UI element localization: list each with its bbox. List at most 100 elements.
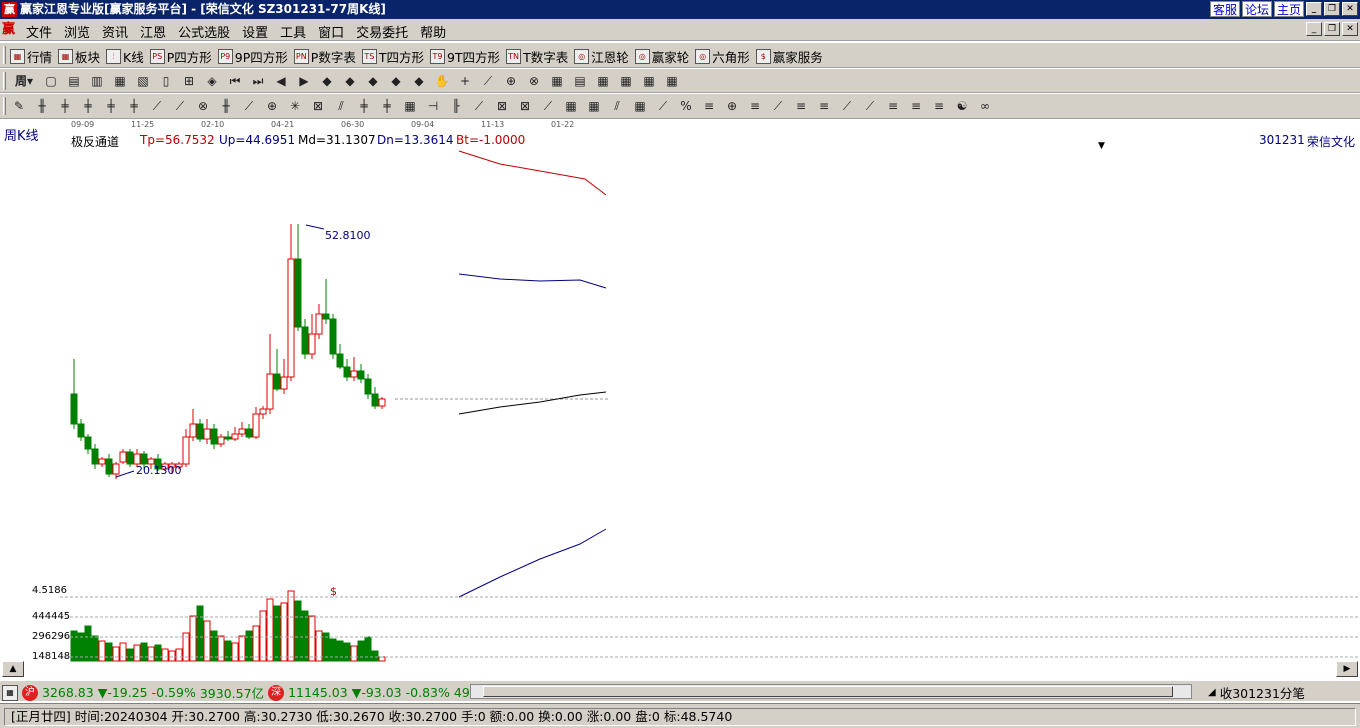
draw-tool-33-icon[interactable]: ⟋ (769, 98, 787, 115)
draw-tool-3-icon[interactable]: ╪ (79, 98, 97, 115)
chart-tool-4-icon[interactable]: ▧ (134, 73, 152, 90)
chart-tool-16-icon[interactable]: ◆ (410, 73, 428, 90)
chart-tool-11-icon[interactable]: ▶ (295, 73, 313, 90)
draw-tool-23-icon[interactable]: ⟋ (539, 98, 557, 115)
chart-tool-19-icon[interactable]: ⟋ (479, 73, 497, 90)
menu-gann[interactable]: 江恩 (140, 22, 166, 41)
menu-formula[interactable]: 公式选股 (178, 22, 230, 41)
draw-tool-2-icon[interactable]: ╪ (56, 98, 74, 115)
scroll-up-icon[interactable]: ▲ (2, 661, 24, 677)
draw-tool-36-icon[interactable]: ⟋ (838, 98, 856, 115)
draw-tool-14-icon[interactable]: ⫽ (332, 98, 350, 115)
toolbar-grip[interactable] (3, 46, 6, 64)
draw-tool-1-icon[interactable]: ╫ (33, 98, 51, 115)
draw-tool-26-icon[interactable]: ⫽ (608, 98, 626, 115)
period-select[interactable]: 周▾ (10, 73, 38, 90)
toolbar-item-hexagon[interactable]: ◎ 六角形 (695, 47, 750, 66)
menu-news[interactable]: 资讯 (102, 22, 128, 41)
draw-tool-7-icon[interactable]: ⟋ (171, 98, 189, 115)
toolbar-item-winner-wheel[interactable]: ◎ 赢家轮 (634, 47, 689, 66)
chart-tool-21-icon[interactable]: ⊗ (525, 73, 543, 90)
draw-tool-25-icon[interactable]: ▦ (585, 98, 603, 115)
chart-hscroll[interactable]: ▲ ▶ (0, 661, 1360, 677)
menu-help[interactable]: 帮助 (420, 22, 446, 41)
chart-tool-3-icon[interactable]: ▦ (111, 73, 129, 90)
toolbar-item-gann-wheel[interactable]: ◎ 江恩轮 (574, 47, 629, 66)
draw-tool-35-icon[interactable]: ≡ (815, 98, 833, 115)
child-close-icon[interactable]: ✕ (1342, 22, 1358, 36)
draw-tool-31-icon[interactable]: ⊕ (723, 98, 741, 115)
restore-icon[interactable]: ❐ (1324, 2, 1340, 16)
kline-chart[interactable] (0, 119, 1360, 679)
draw-tool-30-icon[interactable]: ≡ (700, 98, 718, 115)
chart-tool-20-icon[interactable]: ⊕ (502, 73, 520, 90)
chart-tool-2-icon[interactable]: ▥ (88, 73, 106, 90)
menu-trade[interactable]: 交易委托 (356, 22, 408, 41)
draw-tool-6-icon[interactable]: ⟋ (148, 98, 166, 115)
close-icon[interactable]: ✕ (1342, 2, 1358, 16)
toolbar-item-dollar[interactable]: $ 赢家服务 (755, 47, 823, 66)
chart-tool-13-icon[interactable]: ◆ (341, 73, 359, 90)
draw-tool-21-icon[interactable]: ⊠ (493, 98, 511, 115)
chart-tool-22-icon[interactable]: ▦ (548, 73, 566, 90)
chart-tool-14-icon[interactable]: ◆ (364, 73, 382, 90)
draw-tool-0-icon[interactable]: ✎ (10, 98, 28, 115)
chart-area[interactable]: 周K线 极反通道 Tp=56.7532 Up=44.6951 Md=31.130… (0, 119, 1360, 679)
tick-arrow-icon[interactable]: ◢ (1208, 687, 1216, 698)
draw-tool-40-icon[interactable]: ≡ (930, 98, 948, 115)
draw-tool-4-icon[interactable]: ╪ (102, 98, 120, 115)
toolbar-grip[interactable] (3, 97, 6, 115)
toolbar-item-t9[interactable]: T9 9T四方形 (429, 47, 500, 66)
ticker-scrollbar[interactable] (470, 684, 1192, 699)
draw-tool-12-icon[interactable]: ✳ (286, 98, 304, 115)
menu-tools[interactable]: 工具 (280, 22, 306, 41)
chart-tool-25-icon[interactable]: ▦ (617, 73, 635, 90)
ticker-scroll-thumb[interactable] (483, 686, 1173, 697)
draw-tool-19-icon[interactable]: ╟ (447, 98, 465, 115)
menu-settings[interactable]: 设置 (242, 22, 268, 41)
chart-tool-12-icon[interactable]: ◆ (318, 73, 336, 90)
chart-tool-5-icon[interactable]: ▯ (157, 73, 175, 90)
draw-tool-10-icon[interactable]: ⟋ (240, 98, 258, 115)
draw-tool-13-icon[interactable]: ⊠ (309, 98, 327, 115)
draw-tool-24-icon[interactable]: ▦ (562, 98, 580, 115)
chart-tool-1-icon[interactable]: ▤ (65, 73, 83, 90)
menu-browse[interactable]: 浏览 (64, 22, 90, 41)
chart-tool-6-icon[interactable]: ⊞ (180, 73, 198, 90)
quote-grid-icon[interactable]: ▦ (2, 684, 18, 701)
draw-tool-15-icon[interactable]: ╪ (355, 98, 373, 115)
draw-tool-9-icon[interactable]: ╫ (217, 98, 235, 115)
draw-tool-5-icon[interactable]: ╪ (125, 98, 143, 115)
draw-tool-37-icon[interactable]: ⟋ (861, 98, 879, 115)
customer-service-link[interactable]: 客服 (1209, 1, 1240, 17)
chart-tool-8-icon[interactable]: ⏮ (226, 73, 244, 90)
draw-tool-38-icon[interactable]: ≡ (884, 98, 902, 115)
draw-tool-29-icon[interactable]: % (677, 98, 695, 115)
forum-link[interactable]: 论坛 (1241, 1, 1272, 17)
draw-tool-32-icon[interactable]: ≡ (746, 98, 764, 115)
toolbar-grip[interactable] (3, 72, 6, 90)
chart-tool-27-icon[interactable]: ▦ (663, 73, 681, 90)
draw-tool-20-icon[interactable]: ⟋ (470, 98, 488, 115)
toolbar-item-p9[interactable]: P9 9P四方形 (217, 47, 288, 66)
child-restore-icon[interactable]: ❐ (1324, 22, 1340, 36)
draw-tool-11-icon[interactable]: ⊕ (263, 98, 281, 115)
scroll-right-icon[interactable]: ▶ (1336, 661, 1358, 677)
draw-tool-8-icon[interactable]: ⊗ (194, 98, 212, 115)
dropdown-arrow-icon[interactable]: ▼ (1098, 141, 1105, 151)
chart-tool-24-icon[interactable]: ▦ (594, 73, 612, 90)
chart-tool-23-icon[interactable]: ▤ (571, 73, 589, 90)
chart-tool-9-icon[interactable]: ⏭ (249, 73, 267, 90)
chart-tool-0-icon[interactable]: ▢ (42, 73, 60, 90)
chart-tool-26-icon[interactable]: ▦ (640, 73, 658, 90)
chart-tool-15-icon[interactable]: ◆ (387, 73, 405, 90)
menu-window[interactable]: 窗口 (318, 22, 344, 41)
draw-tool-28-icon[interactable]: ⟋ (654, 98, 672, 115)
menu-file[interactable]: 文件 (26, 22, 52, 41)
chart-tool-7-icon[interactable]: ◈ (203, 73, 221, 90)
toolbar-item-ts[interactable]: TS T四方形 (361, 47, 424, 66)
draw-tool-16-icon[interactable]: ╪ (378, 98, 396, 115)
home-link[interactable]: 主页 (1273, 1, 1304, 17)
chart-tool-10-icon[interactable]: ◀ (272, 73, 290, 90)
chart-tool-17-icon[interactable]: ✋ (433, 73, 451, 90)
